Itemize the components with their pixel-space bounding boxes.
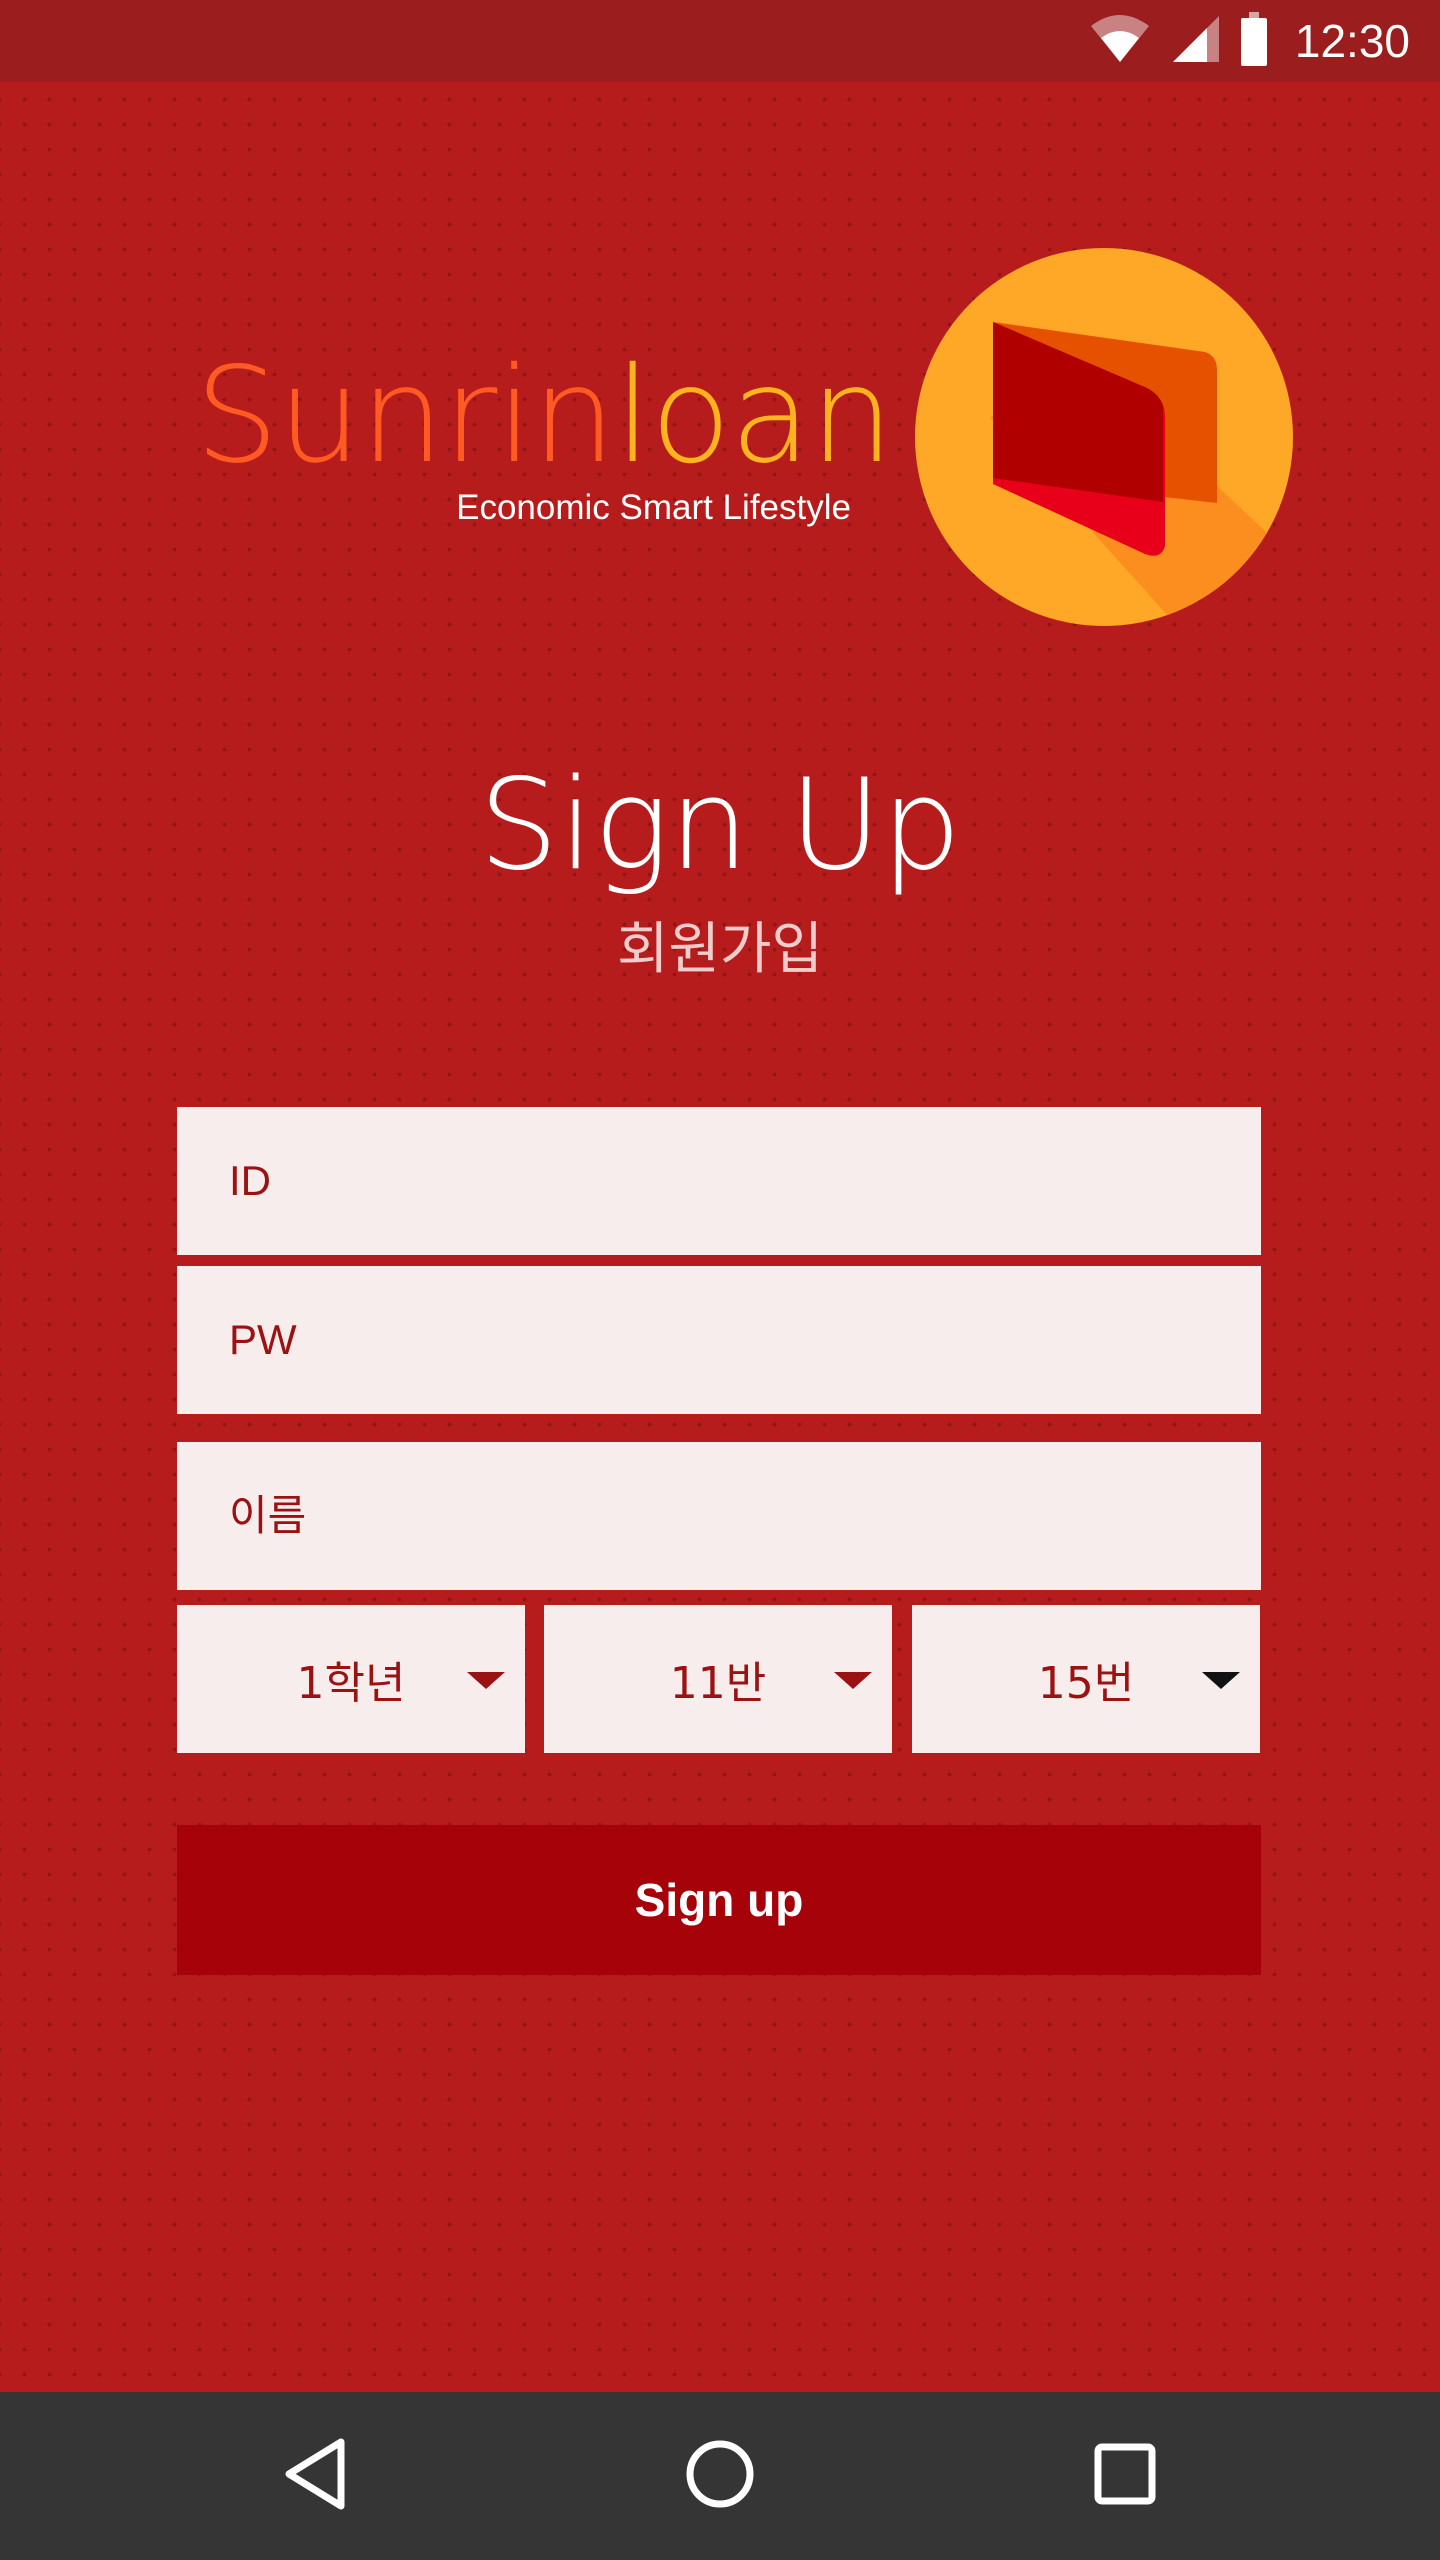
back-button[interactable] — [216, 2392, 416, 2560]
signup-screen: 12:30 Sunrinloan Economic Smart Lifestyl… — [0, 0, 1440, 2560]
pw-field[interactable] — [177, 1266, 1261, 1414]
home-button[interactable] — [620, 2392, 820, 2560]
brand-tagline: Economic Smart Lifestyle — [456, 488, 851, 527]
name-input[interactable] — [227, 1491, 1261, 1541]
brand-logo: Sunrinloan Economic Smart Lifestyle — [195, 350, 894, 527]
grade-select[interactable]: 1학년 — [177, 1605, 525, 1753]
grade-select-value: 1학년 — [296, 1658, 406, 1709]
status-bar: 12:30 — [0, 0, 1440, 82]
status-icons: 12:30 — [1089, 0, 1410, 82]
id-field[interactable] — [177, 1107, 1261, 1255]
chevron-down-icon — [834, 1672, 872, 1689]
number-select[interactable]: 15번 — [912, 1605, 1260, 1753]
chevron-down-icon — [1202, 1672, 1240, 1689]
brand-name: Sunrinloan — [195, 350, 894, 482]
brand-name-part2: loan — [614, 339, 894, 493]
navigation-bar — [0, 2392, 1440, 2560]
wallet-icon — [915, 248, 1293, 626]
battery-icon — [1240, 11, 1267, 71]
class-select[interactable]: 11반 — [544, 1605, 892, 1753]
name-field[interactable] — [177, 1442, 1261, 1590]
home-icon — [684, 2438, 756, 2515]
wifi-icon — [1089, 14, 1151, 69]
status-time: 12:30 — [1294, 15, 1410, 67]
recents-button[interactable] — [1025, 2392, 1225, 2560]
signup-button[interactable]: Sign up — [177, 1825, 1261, 1975]
page-subtitle: 회원가입 — [616, 917, 824, 982]
chevron-down-icon — [467, 1672, 505, 1689]
number-select-value: 15번 — [1037, 1658, 1135, 1709]
pw-input[interactable] — [227, 1315, 1261, 1365]
back-icon — [281, 2436, 351, 2517]
brand-name-part1: Sunrin — [195, 339, 616, 493]
recents-icon — [1093, 2442, 1157, 2511]
page-title: Sign Up — [478, 751, 962, 898]
signal-icon — [1171, 14, 1221, 69]
id-input[interactable] — [227, 1156, 1261, 1206]
class-select-value: 11반 — [669, 1658, 767, 1709]
